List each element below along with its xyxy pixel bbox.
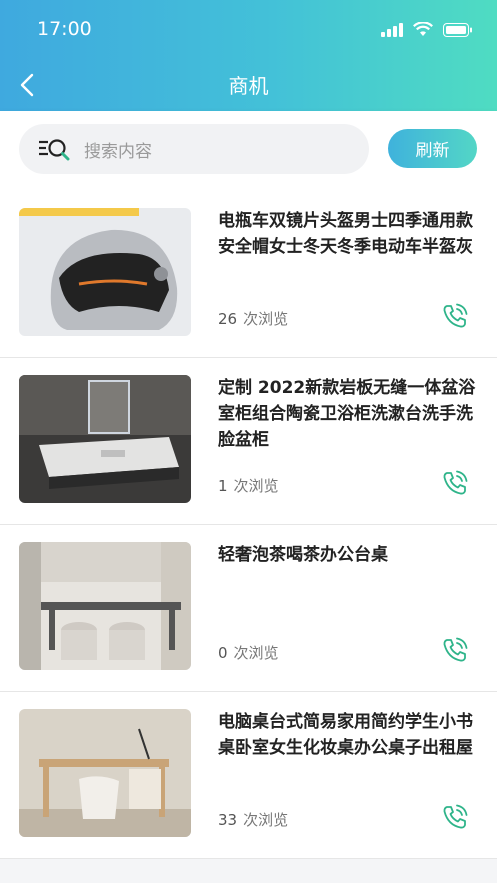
status-icons	[381, 22, 473, 37]
list-item[interactable]: 电脑桌台式简易家用简约学生小书桌卧室女生化妆桌办公桌子出租屋 33 次浏览	[0, 692, 497, 859]
list-item[interactable]: 电瓶车双镜片头盔男士四季通用款安全帽女士冬天冬季电动车半盔灰 26 次浏览	[0, 191, 497, 358]
view-number: 26	[218, 310, 238, 328]
view-count: 26 次浏览	[218, 308, 288, 329]
view-suffix: 次浏览	[243, 811, 289, 829]
page-title: 商机	[228, 74, 269, 98]
product-list: 电瓶车双镜片头盔男士四季通用款安全帽女士冬天冬季电动车半盔灰 26 次浏览 定制 …	[0, 191, 497, 859]
search-bar: 搜索内容 刷新	[0, 111, 497, 191]
view-number: 33	[218, 811, 238, 829]
bathroom-cabinet-image[interactable]	[19, 375, 191, 503]
phone-icon[interactable]	[442, 470, 468, 496]
view-suffix: 次浏览	[243, 310, 289, 328]
view-number: 0	[218, 644, 228, 662]
phone-icon[interactable]	[442, 637, 468, 663]
refresh-button[interactable]: 刷新	[388, 129, 477, 168]
item-title[interactable]: 定制 2022新款岩板无缝一体盆浴室柜组合陶瓷卫浴柜洗漱台洗手洗脸盆柜	[218, 375, 480, 453]
search-input[interactable]: 搜索内容	[19, 124, 369, 174]
tea-table-image[interactable]	[19, 542, 191, 670]
view-count: 1 次浏览	[218, 475, 279, 496]
battery-icon	[443, 22, 472, 37]
view-count: 33 次浏览	[218, 809, 288, 830]
item-title[interactable]: 轻奢泡茶喝茶办公台桌	[218, 542, 480, 568]
view-number: 1	[218, 477, 228, 495]
phone-icon[interactable]	[442, 804, 468, 830]
helmet-image[interactable]	[19, 208, 191, 336]
view-suffix: 次浏览	[233, 644, 279, 662]
search-icon	[39, 139, 70, 161]
list-item[interactable]: 轻奢泡茶喝茶办公台桌 0 次浏览	[0, 525, 497, 692]
signal-icon	[381, 22, 403, 37]
search-placeholder: 搜索内容	[84, 141, 152, 162]
item-title[interactable]: 电脑桌台式简易家用简约学生小书桌卧室女生化妆桌办公桌子出租屋	[218, 709, 480, 761]
desk-image[interactable]	[19, 709, 191, 837]
wifi-icon	[413, 22, 433, 36]
list-item[interactable]: 定制 2022新款岩板无缝一体盆浴室柜组合陶瓷卫浴柜洗漱台洗手洗脸盆柜 1 次浏览	[0, 358, 497, 525]
view-suffix: 次浏览	[233, 477, 279, 495]
header-bar: 17:00 商机	[0, 0, 497, 111]
view-count: 0 次浏览	[218, 642, 279, 663]
item-title[interactable]: 电瓶车双镜片头盔男士四季通用款安全帽女士冬天冬季电动车半盔灰	[218, 208, 480, 260]
status-time: 17:00	[37, 18, 92, 40]
phone-icon[interactable]	[442, 303, 468, 329]
